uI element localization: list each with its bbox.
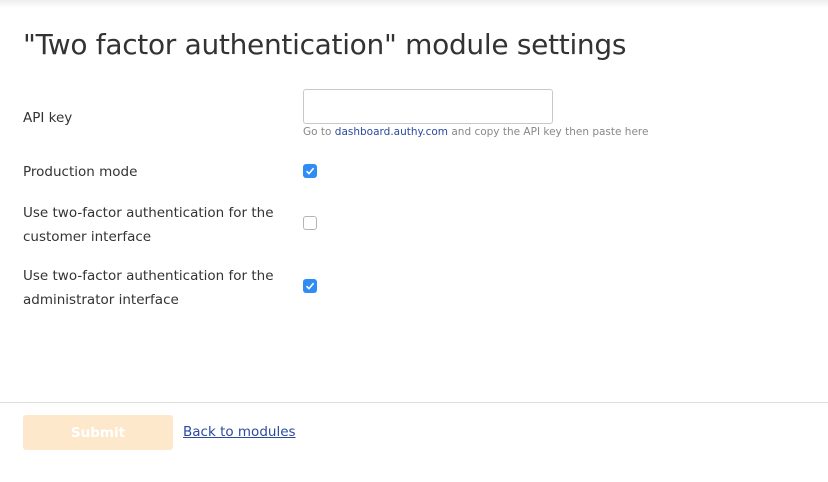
admin-2fa-checkbox[interactable] [303,279,317,293]
submit-button[interactable]: Submit [23,415,173,450]
top-shadow [0,0,828,8]
back-to-modules-link[interactable]: Back to modules [183,424,296,440]
authy-dashboard-link[interactable]: dashboard.authy.com [335,126,448,138]
customer-2fa-checkbox[interactable] [303,216,317,230]
production-mode-checkbox[interactable] [303,164,317,178]
api-key-help: Go to dashboard.authy.com and copy the A… [303,126,648,138]
help-suffix: and copy the API key then paste here [448,126,649,138]
footer-divider [0,402,828,403]
production-mode-label: Production mode [23,164,138,180]
help-prefix: Go to [303,126,335,138]
checkmark-icon [305,282,315,290]
page-title: "Two factor authentication" module setti… [23,28,627,61]
checkmark-icon [305,167,315,175]
customer-2fa-label: Use two-factor authentication for the cu… [23,205,274,245]
api-key-input[interactable] [303,89,553,124]
admin-2fa-label: Use two-factor authentication for the ad… [23,268,274,308]
api-key-label: API key [23,110,73,126]
